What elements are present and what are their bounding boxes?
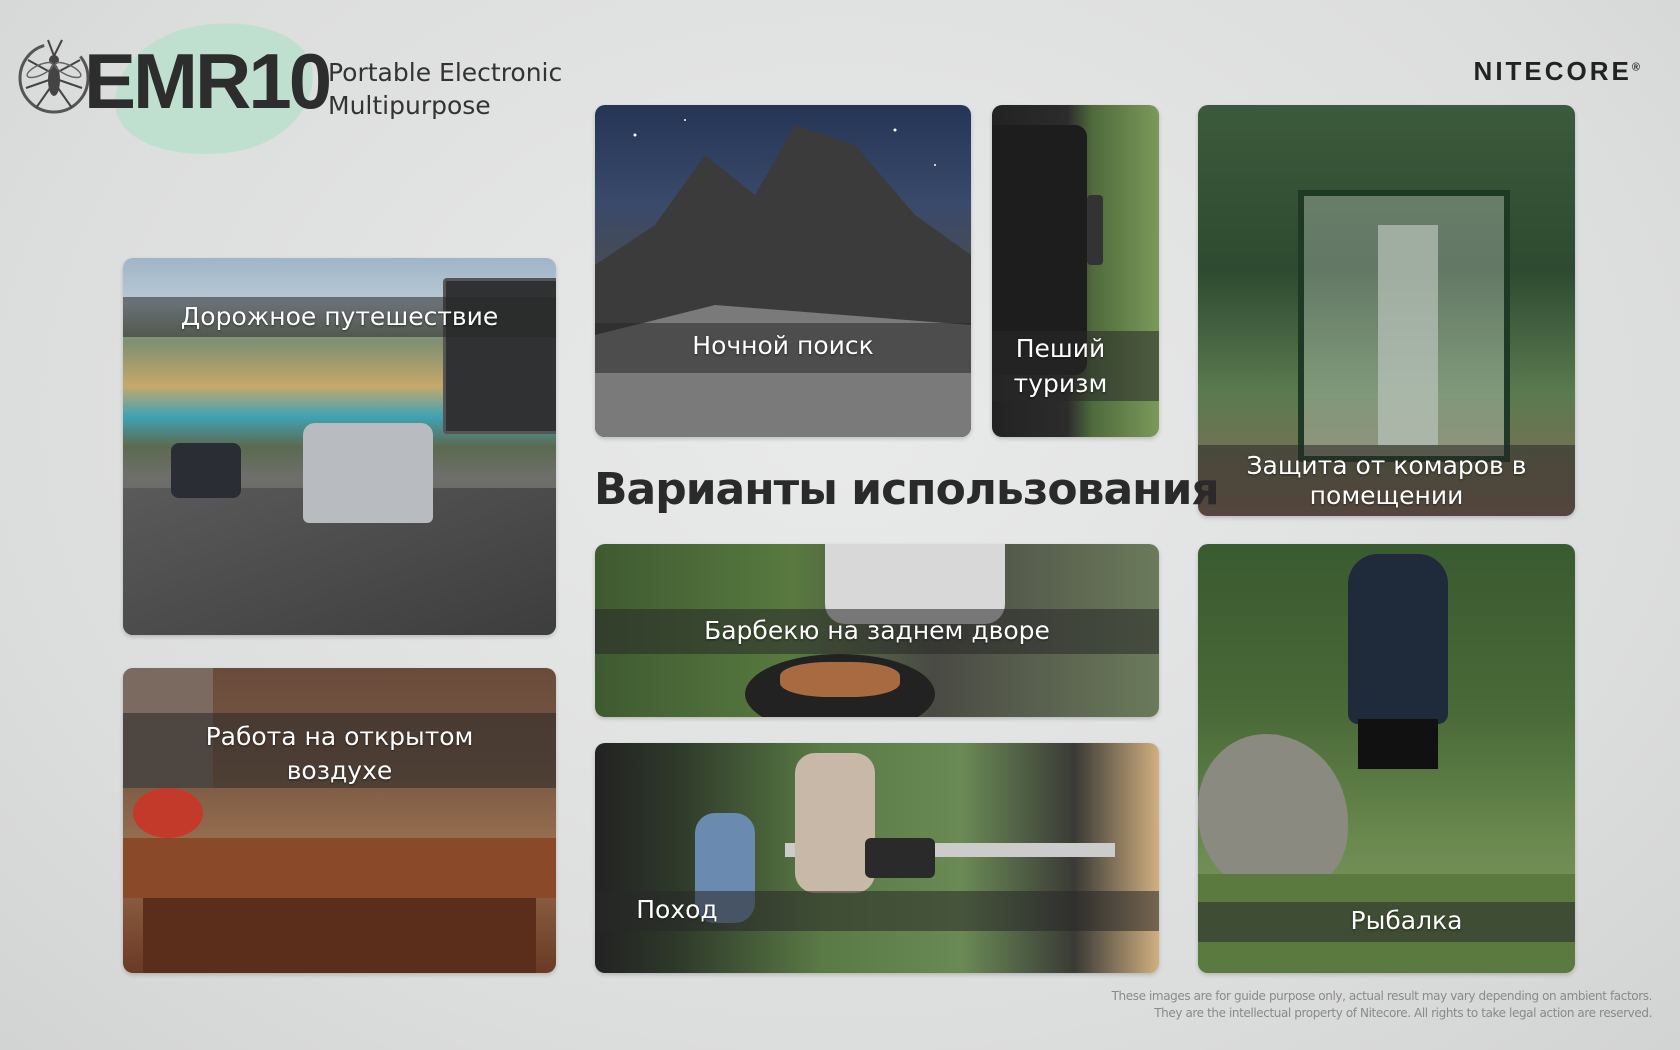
product-tagline: Portable Electronic Multipurpose (328, 56, 588, 122)
tile-label: Дорожное путешествие (180, 302, 499, 331)
tile-label-line1: Защита от комаров в (1246, 451, 1527, 480)
disclaimer-line1: These images are for guide purpose only,… (1111, 989, 1653, 1003)
tile-label-line1: Пеший (1015, 334, 1106, 363)
section-heading: Варианты использования (594, 464, 1220, 515)
tile-camping: Поход (595, 743, 1159, 973)
tile-label: Поход (636, 895, 718, 924)
product-logo: EMR10 Portable Electronic Multipurpose (14, 10, 574, 168)
tile-label: Ночной поиск (692, 331, 874, 360)
tile-label-line2: туризм (1013, 369, 1108, 398)
tile-hiking: Пеший туризм (992, 105, 1159, 437)
tile-label-line1: Работа на открытом (205, 722, 474, 751)
tagline-line2: Multipurpose (328, 91, 491, 120)
tile-indoor-protection: Защита от комаров в помещении (1198, 105, 1575, 516)
model-name: EMR10 (84, 37, 332, 125)
tile-label-line2: помещении (1309, 481, 1464, 510)
tile-bbq: Барбекю на заднем дворе (595, 544, 1159, 717)
tile-label: Барбекю на заднем дворе (704, 616, 1050, 645)
tile-label-line2: воздухе (286, 756, 393, 785)
tile-label: Рыбалка (1350, 906, 1463, 935)
company-name: NITECORE (1473, 56, 1632, 86)
tile-road-trip: Дорожное путешествие (123, 258, 556, 635)
tile-fishing: Рыбалка (1198, 544, 1575, 973)
tile-outdoor-work: Работа на открытом воздухе (123, 668, 556, 973)
registered-mark: ® (1631, 61, 1640, 74)
disclaimer-line2: They are the intellectual property of Ni… (1154, 1006, 1652, 1020)
mountain-illustration (595, 119, 971, 437)
nitecore-logo: NITECORE® (1474, 56, 1640, 87)
tile-night-search: Ночной поиск (595, 105, 971, 437)
tagline-line1: Portable Electronic (328, 58, 563, 87)
disclaimer: These images are for guide purpose only,… (1111, 988, 1653, 1022)
